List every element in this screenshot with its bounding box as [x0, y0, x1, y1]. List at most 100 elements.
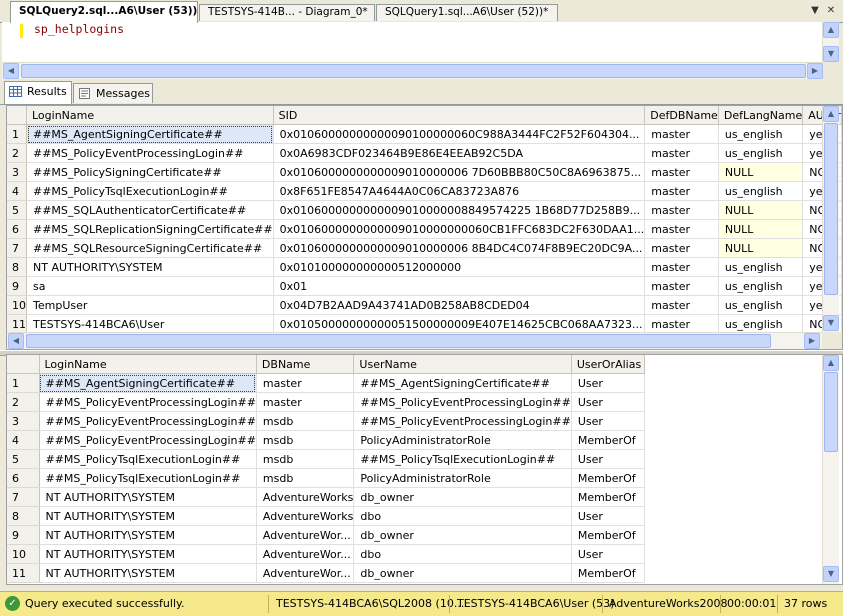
row-number[interactable]: 6: [7, 219, 27, 239]
scroll-down-icon[interactable]: ▼: [823, 566, 839, 582]
grid2-vertical-scrollbar[interactable]: ▲ ▼: [822, 355, 839, 584]
row-header-corner[interactable]: [7, 106, 27, 125]
table-cell[interactable]: User: [571, 449, 645, 469]
table-cell[interactable]: master: [644, 124, 719, 144]
table-cell[interactable]: TESTSYS-414BCA6\User: [26, 314, 274, 334]
table-cell[interactable]: master: [644, 219, 719, 239]
table-cell[interactable]: msdb: [256, 430, 355, 450]
table-cell[interactable]: ##MS_AgentSigningCertificate##: [26, 124, 274, 144]
table-cell[interactable]: msdb: [256, 411, 355, 431]
table-row[interactable]: 10 TempUser 0x04D7B2AAD9A43741AD0B258AB8CD…: [7, 295, 842, 315]
table-cell[interactable]: NT AUTHORITY\SYSTEM: [39, 487, 257, 507]
table-cell[interactable]: master: [644, 257, 719, 277]
table-cell[interactable]: ##MS_PolicyEventProcessingLogin##: [26, 143, 274, 163]
table-cell[interactable]: ##MS_SQLReplicationSigningCertificate##: [26, 219, 274, 239]
table-cell[interactable]: NULL: [718, 200, 804, 220]
table-cell[interactable]: User: [571, 373, 645, 393]
table-cell[interactable]: AdventureWor...: [256, 525, 355, 545]
row-number[interactable]: 2: [7, 392, 40, 412]
table-cell[interactable]: db_owner: [353, 563, 572, 583]
table-cell[interactable]: ##MS_PolicyEventProcessingLogin##: [353, 392, 572, 412]
table-row[interactable]: 7 ##MS_SQLResourceSigningCertificate## 0x0…: [7, 238, 842, 258]
table-row[interactable]: 6 ##MS_SQLReplicationSigningCertificate##…: [7, 219, 842, 239]
table-cell[interactable]: NULL: [718, 162, 804, 182]
table-cell[interactable]: NT AUTHORITY\SYSTEM: [39, 525, 257, 545]
table-row[interactable]: 7 NT AUTHORITY\SYSTEM AdventureWorks db_own…: [7, 487, 645, 507]
table-cell[interactable]: NT AUTHORITY\SYSTEM: [39, 544, 257, 564]
table-cell[interactable]: ##MS_SQLAuthenticatorCertificate##: [26, 200, 274, 220]
table-cell[interactable]: MemberOf: [571, 487, 645, 507]
column-header[interactable]: LoginName: [26, 106, 274, 125]
grid1-vertical-scrollbar[interactable]: ▲ ▼: [822, 106, 839, 332]
table-cell[interactable]: User: [571, 544, 645, 564]
table-cell[interactable]: 0x01060000000000090100000060C988A3444FC2…: [273, 124, 646, 144]
table-cell[interactable]: ##MS_PolicyEventProcessingLogin##: [39, 411, 257, 431]
table-cell[interactable]: MemberOf: [571, 563, 645, 583]
table-row[interactable]: 9 NT AUTHORITY\SYSTEM AdventureWor... db_ow…: [7, 525, 645, 545]
column-header[interactable]: DBName: [256, 355, 355, 374]
table-row[interactable]: 1 ##MS_AgentSigningCertificate## 0x0106000…: [7, 124, 842, 144]
table-cell[interactable]: AdventureWorks: [256, 487, 355, 507]
scroll-thumb[interactable]: [26, 334, 771, 348]
row-number[interactable]: 10: [7, 295, 27, 315]
table-cell[interactable]: ##MS_SQLResourceSigningCertificate##: [26, 238, 274, 258]
table-cell[interactable]: us_english: [718, 257, 804, 277]
table-cell[interactable]: master: [256, 392, 355, 412]
row-number[interactable]: 9: [7, 525, 40, 545]
table-cell[interactable]: NT AUTHORITY\SYSTEM: [26, 257, 274, 277]
table-row[interactable]: 10 NT AUTHORITY\SYSTEM AdventureWor... dbo U…: [7, 544, 645, 564]
table-cell[interactable]: master: [644, 200, 719, 220]
row-number[interactable]: 2: [7, 143, 27, 163]
table-cell[interactable]: master: [256, 373, 355, 393]
close-tab-icon[interactable]: ✕: [824, 4, 838, 18]
table-cell[interactable]: AdventureWor...: [256, 544, 355, 564]
table-row[interactable]: 8 NT AUTHORITY\SYSTEM 0x010100000000000512…: [7, 257, 842, 277]
table-row[interactable]: 6 ##MS_PolicyTsqlExecutionLogin## msdb Poli…: [7, 468, 645, 488]
table-cell[interactable]: dbo: [353, 506, 572, 526]
table-cell[interactable]: User: [571, 411, 645, 431]
table-row[interactable]: 5 ##MS_PolicyTsqlExecutionLogin## msdb ##MS…: [7, 449, 645, 469]
table-cell[interactable]: 0x0106000000000009010000000060CB1FFC683D…: [273, 219, 646, 239]
tab-dropdown-icon[interactable]: ▼: [808, 4, 822, 18]
table-cell[interactable]: ##MS_PolicyTsqlExecutionLogin##: [39, 468, 257, 488]
table-cell[interactable]: us_english: [718, 181, 804, 201]
table-cell[interactable]: NT AUTHORITY\SYSTEM: [39, 563, 257, 583]
table-cell[interactable]: ##MS_PolicySigningCertificate##: [26, 162, 274, 182]
table-row[interactable]: 11 NT AUTHORITY\SYSTEM AdventureWor... db_o…: [7, 563, 645, 583]
table-row[interactable]: 3 ##MS_PolicySigningCertificate## 0x010600…: [7, 162, 842, 182]
table-row[interactable]: 1 ##MS_AgentSigningCertificate## master ##M…: [7, 373, 645, 393]
table-row[interactable]: 11 TESTSYS-414BCA6\User 0x0105000000000005…: [7, 314, 842, 334]
row-header-corner[interactable]: [7, 355, 40, 374]
table-cell[interactable]: MemberOf: [571, 430, 645, 450]
table-cell[interactable]: ##MS_PolicyEventProcessingLogin##: [39, 392, 257, 412]
column-header[interactable]: DefDBName: [644, 106, 719, 125]
query-editor[interactable]: sp_helplogins: [2, 22, 822, 62]
row-number[interactable]: 8: [7, 506, 40, 526]
row-number[interactable]: 9: [7, 276, 27, 296]
column-header[interactable]: SID: [273, 106, 646, 125]
logins-grid[interactable]: LoginNameSIDDefDBNameDefLangNameAUserARe…: [6, 105, 843, 350]
table-cell[interactable]: ##MS_PolicyEventProcessingLogin##: [39, 430, 257, 450]
table-cell[interactable]: NULL: [718, 219, 804, 239]
table-cell[interactable]: AdventureWor...: [256, 563, 355, 583]
table-cell[interactable]: AdventureWorks: [256, 506, 355, 526]
row-number[interactable]: 3: [7, 411, 40, 431]
table-cell[interactable]: master: [644, 276, 719, 296]
table-cell[interactable]: us_english: [718, 124, 804, 144]
table-cell[interactable]: db_owner: [353, 487, 572, 507]
table-cell[interactable]: master: [644, 181, 719, 201]
scroll-down-icon[interactable]: ▼: [823, 315, 839, 331]
table-cell[interactable]: master: [644, 295, 719, 315]
tab-results[interactable]: Results: [4, 81, 72, 104]
tab-messages[interactable]: Messages: [73, 83, 153, 103]
scroll-thumb[interactable]: [824, 372, 838, 452]
table-cell[interactable]: 0x8F651FE8547A4644A0C06CA83723A876: [273, 181, 646, 201]
table-cell[interactable]: 0x0106000000000009010000006 7D60BBB80C50…: [273, 162, 646, 182]
table-cell[interactable]: PolicyAdministratorRole: [353, 430, 572, 450]
scroll-left-icon[interactable]: ◀: [3, 63, 19, 79]
editor-vertical-scrollbar[interactable]: ▲ ▼: [822, 22, 839, 62]
user-mappings-grid[interactable]: LoginName DBName UserName UserOrAlias 1 ##MS…: [6, 354, 843, 585]
table-cell[interactable]: ##MS_AgentSigningCertificate##: [353, 373, 572, 393]
table-row[interactable]: 8 NT AUTHORITY\SYSTEM AdventureWorks dbo Use…: [7, 506, 645, 526]
table-cell[interactable]: MemberOf: [571, 468, 645, 488]
